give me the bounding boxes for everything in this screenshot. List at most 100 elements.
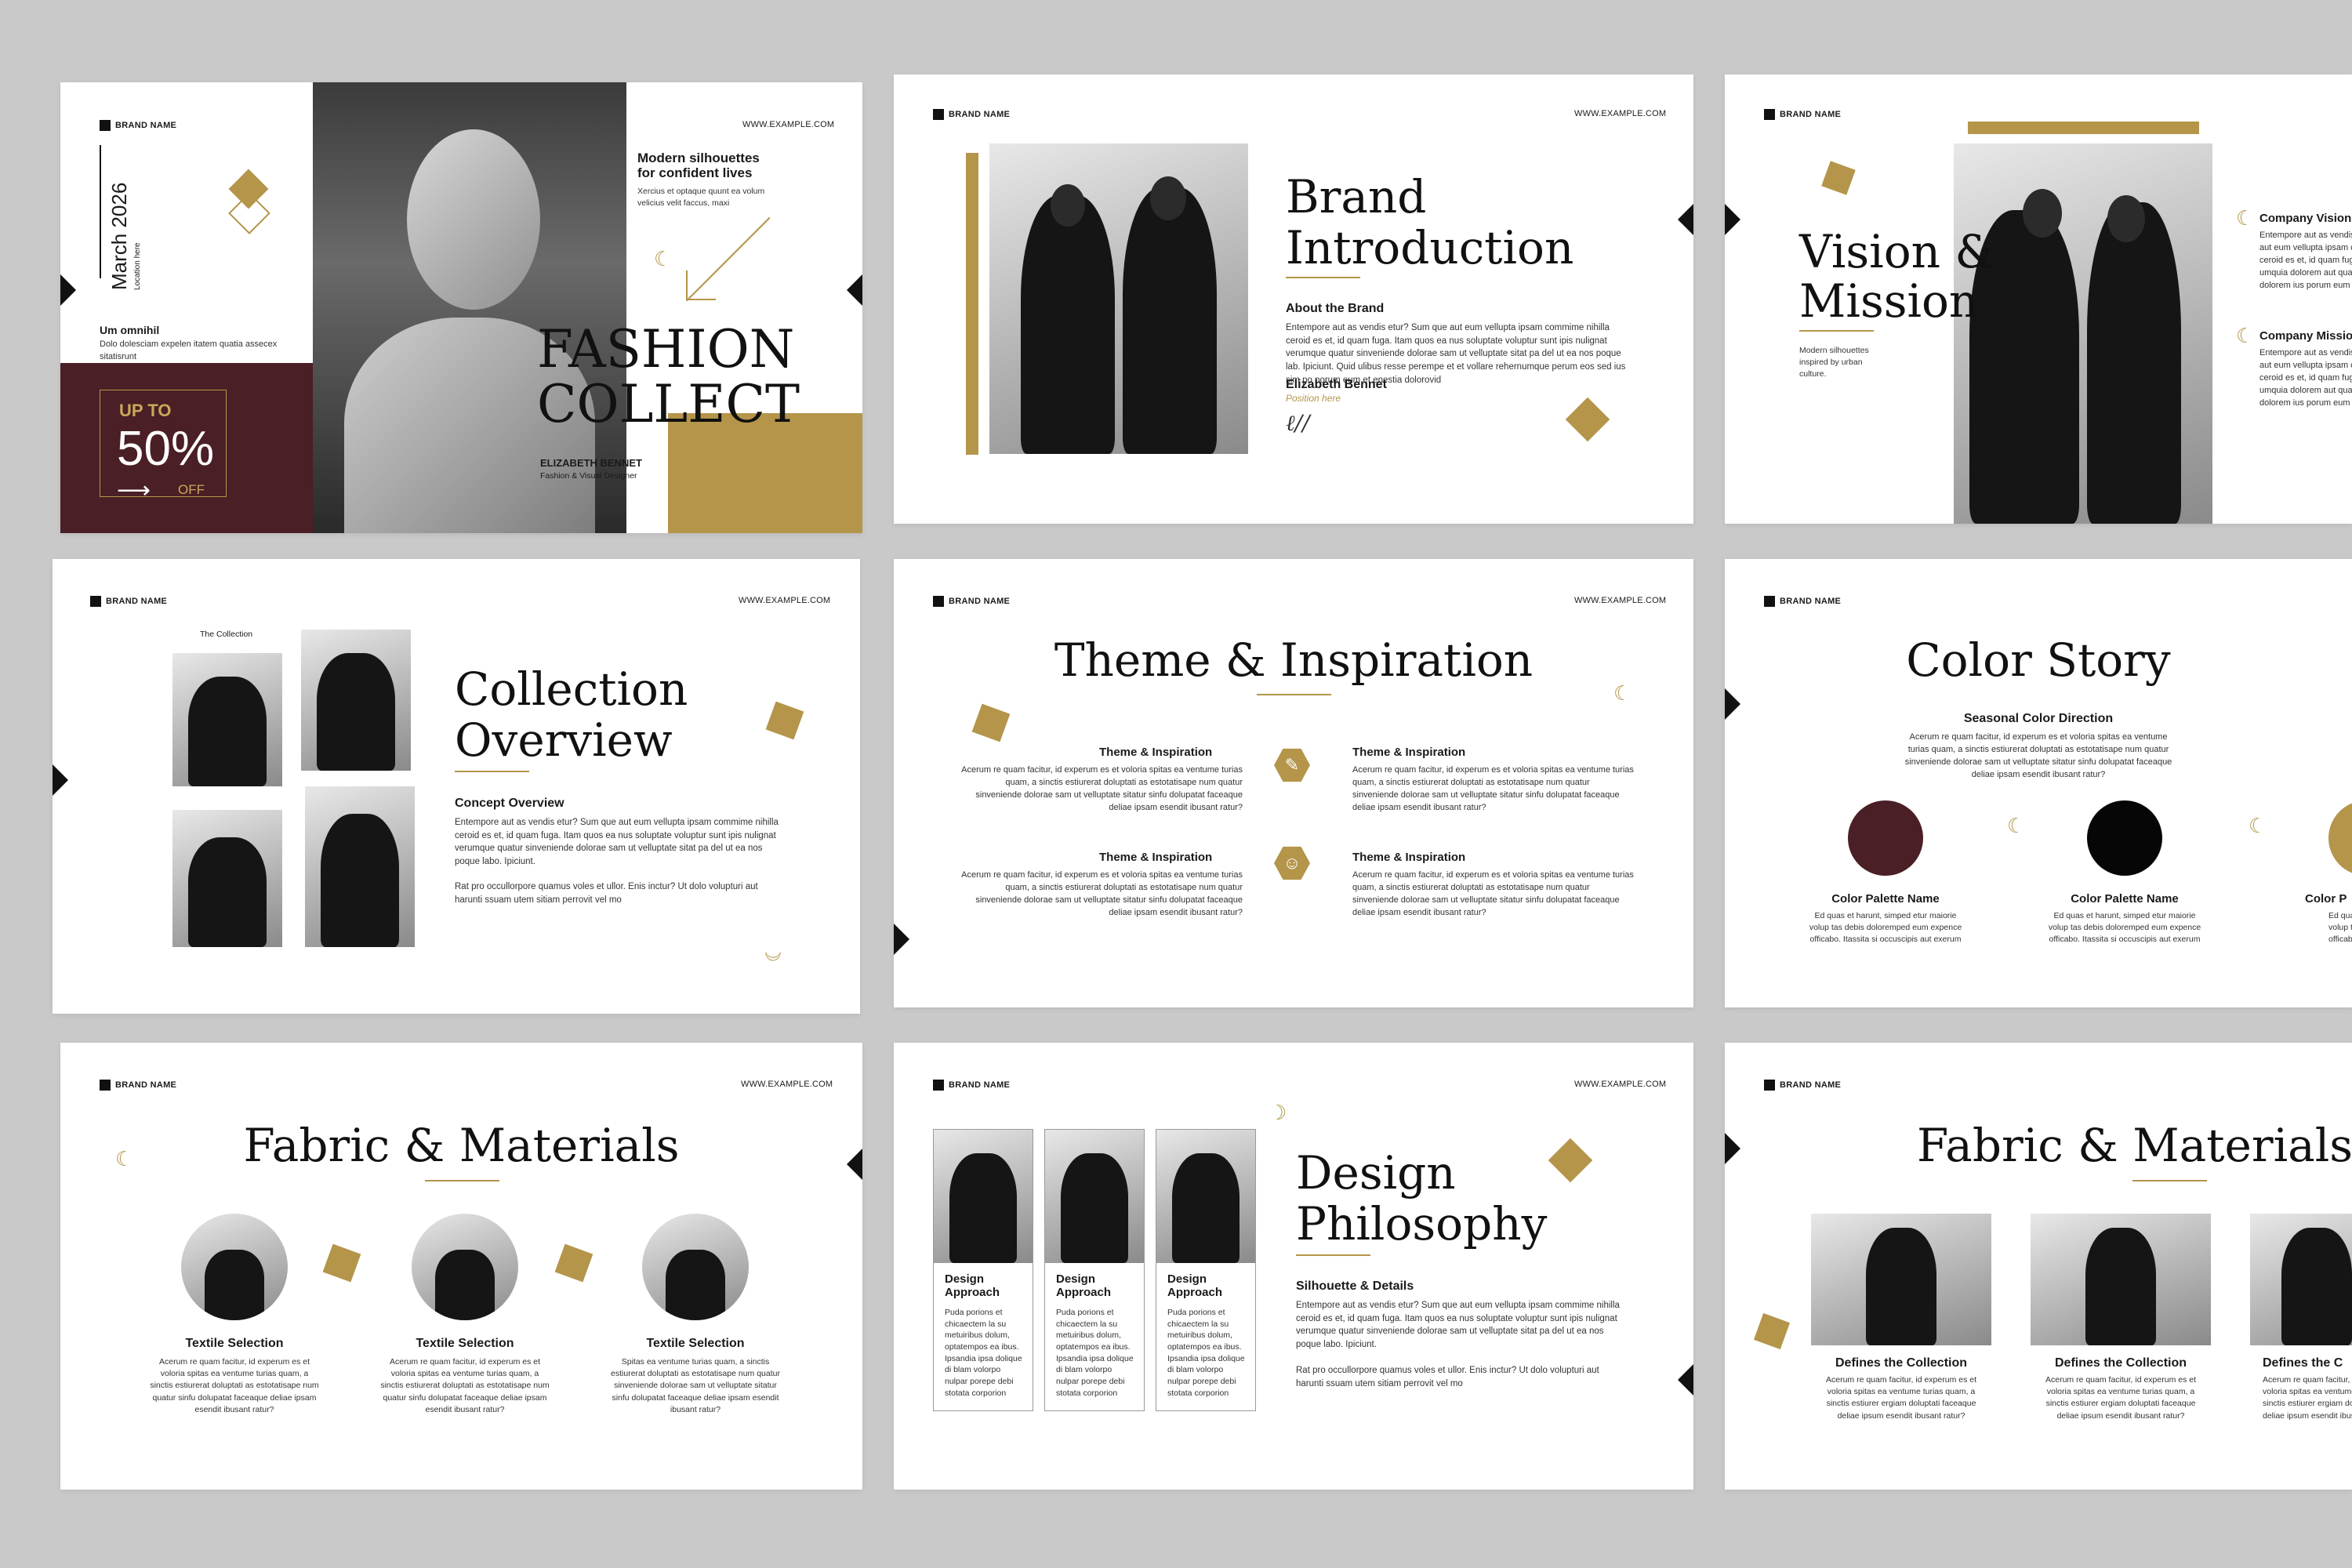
slide-vision-mission[interactable]: BRAND NAME Vision & Mission Modern silho…: [1725, 74, 2352, 524]
palette-label-1: Color Palette Name: [1831, 892, 1940, 906]
theme-item-title-4: Theme & Inspiration: [1352, 851, 1466, 864]
title-line-2: Mission: [1799, 274, 1979, 328]
gallery-photo-1: [172, 653, 282, 786]
date-block: March 2026 Location here: [107, 183, 142, 290]
promo-pct: 50%: [117, 422, 215, 476]
slide-title: Fabric & Materials: [1917, 1119, 2352, 1172]
head-woman: [2107, 195, 2145, 242]
slide-fashion-collect[interactable]: BRAND NAME March 2026 Location here Um o…: [60, 82, 862, 533]
brand-name: BRAND NAME: [1764, 109, 1841, 120]
url-text[interactable]: WWW.EXAMPLE.COM: [1574, 109, 1666, 118]
brand-square-icon: [1764, 1080, 1775, 1091]
card-title: Design Approach: [1056, 1272, 1111, 1300]
mission-title: Company Mission: [2259, 329, 2352, 343]
nav-arrow-left-icon[interactable]: [1725, 688, 1740, 720]
slide-color-story[interactable]: BRAND NAME Color Story Seasonal Color Di…: [1725, 559, 2352, 1007]
figure-woman: [1123, 187, 1217, 454]
gallery-photo-4: [305, 786, 415, 947]
slide-theme-inspiration[interactable]: BRAND NAME WWW.EXAMPLE.COM Theme & Inspi…: [894, 559, 1693, 1007]
diamond-icon: [1821, 161, 1856, 195]
nav-arrow-left-icon[interactable]: [1725, 1133, 1740, 1164]
figure: [205, 1250, 264, 1320]
title-underline: [1296, 1254, 1370, 1256]
intro-title: Um omnihil: [100, 324, 160, 336]
diamond-outline-icon: [228, 192, 270, 234]
collection-label: The Collection: [200, 630, 253, 639]
nav-arrow-right-icon[interactable]: [1678, 204, 1693, 235]
brand-square-icon: [90, 596, 101, 607]
design-card-1[interactable]: Design Approach Puda porions et chicaecte…: [933, 1129, 1033, 1411]
brand-name: BRAND NAME: [1764, 1080, 1841, 1091]
title-line-1: FASHION: [537, 319, 795, 379]
url-text[interactable]: WWW.EXAMPLE.COM: [1574, 1080, 1666, 1089]
slide-collection-overview[interactable]: BRAND NAME WWW.EXAMPLE.COM The Collectio…: [53, 559, 860, 1014]
brand-text: BRAND NAME: [949, 110, 1011, 119]
arrow-head-icon: [686, 270, 716, 300]
design-card-2[interactable]: Design Approach Puda porions et chicaecte…: [1044, 1129, 1145, 1411]
theme-item-title-2: Theme & Inspiration: [1352, 746, 1466, 759]
section-subtitle: Seasonal Color Direction: [1963, 712, 2114, 725]
url-text[interactable]: WWW.EXAMPLE.COM: [742, 120, 834, 129]
brand-square-icon: [933, 109, 944, 120]
figure-man: [1021, 195, 1115, 454]
moon-icon: ☾: [2236, 324, 2255, 347]
textile-body-3: Spitas ea ventume turias quam, a sinctis…: [611, 1357, 780, 1414]
url-text[interactable]: WWW.EXAMPLE.COM: [739, 596, 830, 605]
promo-up: UP TO: [119, 401, 172, 420]
textile-title-2: Textile Selection: [416, 1337, 514, 1350]
slide-fabric-materials[interactable]: BRAND NAME WWW.EXAMPLE.COM ☾ Fabric & Ma…: [60, 1043, 862, 1490]
figure: [1866, 1228, 1936, 1345]
date-text: March 2026: [107, 182, 131, 290]
url-text[interactable]: WWW.EXAMPLE.COM: [1574, 596, 1666, 605]
card-photo: [1156, 1130, 1255, 1263]
title-line-2: Philosophy: [1296, 1197, 1548, 1250]
figure: [2281, 1228, 2352, 1345]
face-shape: [407, 129, 540, 310]
designer-name: ELIZABETH BENNET: [540, 457, 642, 469]
slide-design-philosophy[interactable]: BRAND NAME WWW.EXAMPLE.COM ☾ Design Appro…: [894, 1043, 1693, 1490]
diamond-icon: [1565, 397, 1610, 442]
title-underline: [1257, 694, 1331, 695]
brand-name: BRAND NAME: [90, 596, 167, 607]
title-line-1: Design: [1296, 1146, 1456, 1200]
title-line-1: Vision &: [1799, 225, 1996, 278]
slide-fabric-materials-2[interactable]: BRAND NAME Fabric & Materials Defines th…: [1725, 1043, 2352, 1490]
figure: [666, 1250, 725, 1320]
textile-body-2: Acerum re quam facitur, id experum es et…: [380, 1357, 550, 1414]
theme-item-body-4: Acerum re quam facitur, id experum es et…: [1352, 870, 1634, 917]
signer-role: Position here: [1286, 393, 1341, 404]
nav-arrow-right-icon[interactable]: [847, 1149, 862, 1180]
card-title-line-2: Approach: [945, 1286, 1000, 1300]
collection-photo-1: [1811, 1214, 1991, 1345]
design-card-3[interactable]: Design Approach Puda porions et chicaecte…: [1156, 1129, 1256, 1411]
title-underline: [425, 1180, 499, 1181]
brand-name: BRAND NAME: [100, 120, 176, 131]
slide-title: Theme & Inspiration: [1054, 633, 1534, 687]
card-photo: [934, 1130, 1033, 1263]
url-text[interactable]: WWW.EXAMPLE.COM: [741, 1080, 833, 1089]
slide-brand-introduction[interactable]: BRAND NAME WWW.EXAMPLE.COM Brand Introdu…: [894, 74, 1693, 524]
palette-label-2: Color Palette Name: [2071, 892, 2179, 906]
nav-arrow-right-icon[interactable]: [1678, 1364, 1693, 1396]
nav-arrow-right-icon[interactable]: [847, 274, 862, 306]
nav-arrow-left-icon[interactable]: [60, 274, 76, 306]
title-underline: [1286, 277, 1360, 278]
section-body-2: Rat pro occullorpore quamus voles et ull…: [1296, 1366, 1599, 1388]
location-text: Location here: [133, 242, 142, 290]
theme-item-body-3: Acerum re quam facitur, id experum es et…: [961, 870, 1243, 917]
nav-arrow-left-icon[interactable]: [894, 924, 909, 955]
head-man: [1051, 184, 1085, 227]
figure: [435, 1250, 495, 1320]
collection-title-1: Defines the Collection: [1835, 1356, 1968, 1370]
diamond-icon: [1753, 1312, 1791, 1350]
moon-icon: ☾: [761, 944, 786, 963]
collection-title-3: Defines the C: [2263, 1356, 2343, 1370]
nav-arrow-left-icon[interactable]: [1725, 204, 1740, 235]
tagline-body: Xercius et optaque quunt ea volum velici…: [637, 187, 765, 209]
theme-item-title-1: Theme & Inspiration: [1099, 746, 1213, 759]
nav-arrow-left-icon[interactable]: [53, 764, 68, 796]
collection-body-2: Acerum re quam facitur, id experum es et…: [2045, 1375, 2196, 1421]
figure: [1061, 1153, 1128, 1263]
figure: [1172, 1153, 1240, 1263]
brand-text: BRAND NAME: [1780, 597, 1842, 606]
